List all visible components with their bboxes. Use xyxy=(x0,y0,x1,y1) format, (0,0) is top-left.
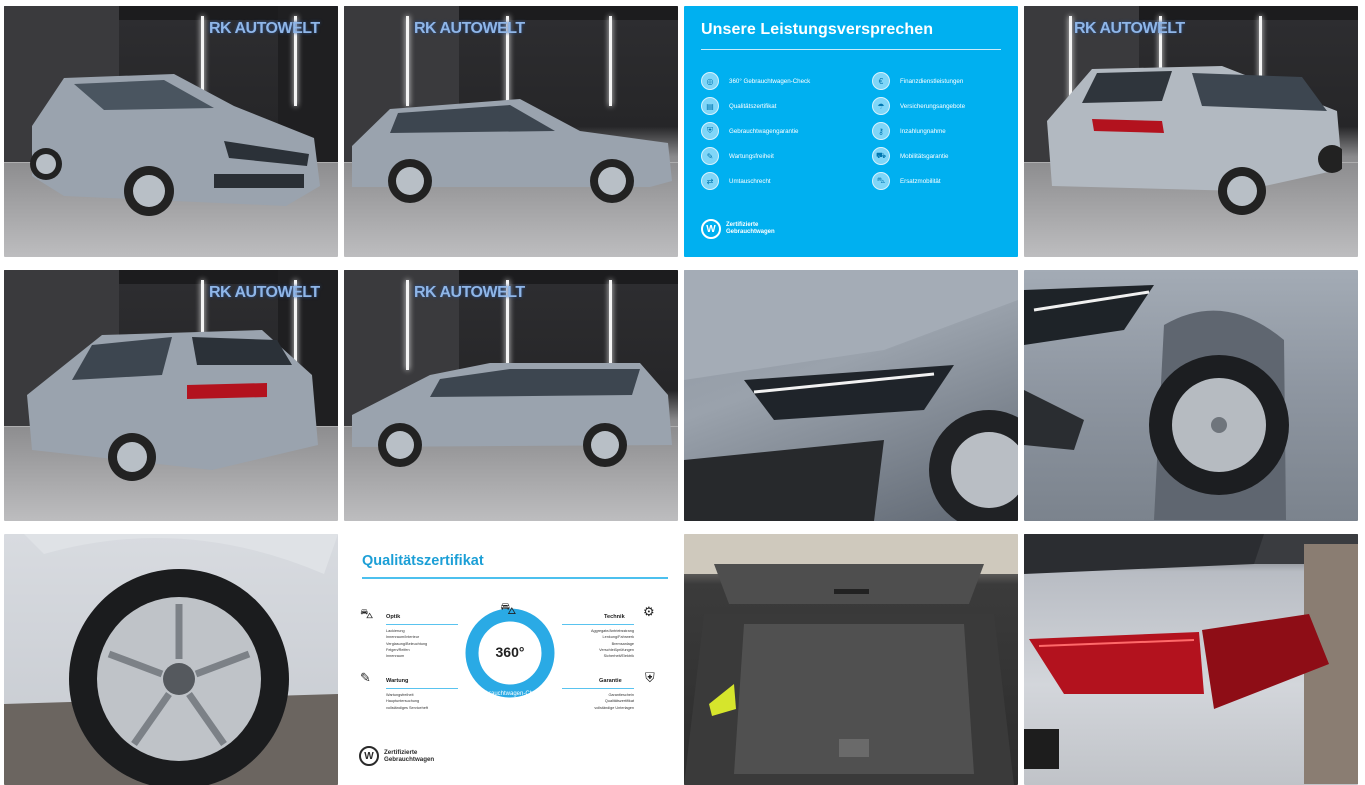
car-image xyxy=(22,325,322,495)
tow-icon: ⛟ xyxy=(872,147,890,165)
photo-trunk-interior[interactable] xyxy=(684,534,1018,785)
money-icon: € xyxy=(872,72,890,90)
promise-item: ⚷ Inzahlungnahme xyxy=(872,122,946,140)
photo-rear-three-quarter[interactable]: RK AUTOWELT xyxy=(1024,6,1358,257)
umbrella-icon: ☂ xyxy=(872,97,890,115)
photo-rear-left-view[interactable]: RK AUTOWELT xyxy=(4,270,338,521)
shield-icon: ⛨ xyxy=(701,122,719,140)
section-title-technik: Technik xyxy=(604,614,625,620)
promise-item: ⛟ Mobilitätsgarantie xyxy=(872,147,949,165)
wartung-list: Wartungsfreiheit Hauptuntersuchung volls… xyxy=(386,693,428,710)
vw-logo-icon: W xyxy=(359,746,379,766)
optik-list: Lackierung Innenraum/Interieur Verglasun… xyxy=(386,629,428,659)
car-check-icon: ◎ xyxy=(701,72,719,90)
garantie-list: Garantieschein Qualitätszertifikat volls… xyxy=(594,693,634,710)
photo-front-wheel-closeup[interactable] xyxy=(1024,270,1358,521)
dealer-logo: RK AUTOWELT xyxy=(209,20,320,37)
photo-headlight-closeup[interactable] xyxy=(684,270,1018,521)
photo-front-three-quarter[interactable]: RK AUTOWELT xyxy=(4,6,338,257)
trunk-detail xyxy=(684,534,1018,785)
dealer-logo: RK AUTOWELT xyxy=(414,20,525,37)
wheel-detail xyxy=(1024,285,1289,520)
vw-certified-badge: W Zertifizierte Gebrauchtwagen xyxy=(359,746,434,766)
service-promises-panel[interactable]: Unsere Leistungsversprechen ◎ 360° Gebra… xyxy=(684,6,1018,257)
promise-item: ⛨ Gebrauchtwagengarantie xyxy=(701,122,799,140)
svg-text:Gebrauchtwagen-Check: Gebrauchtwagen-Check xyxy=(478,691,544,697)
promise-item: ✎ Wartungsfreiheit xyxy=(701,147,774,165)
svg-text:360°: 360° xyxy=(496,644,525,660)
car-top-icon: ⛍ xyxy=(500,601,517,618)
exchange-icon: ⇄ xyxy=(701,172,719,190)
certificate-icon: ▤ xyxy=(701,97,719,115)
promise-item: ⇄ Umtauschrecht xyxy=(701,172,771,190)
car-image xyxy=(1042,61,1342,231)
photo-left-side-view[interactable]: RK AUTOWELT xyxy=(344,270,678,521)
photo-gallery-grid: RK AUTOWELT RK AUTOWELT Unsere Leistungs… xyxy=(4,6,1358,785)
dealer-logo: RK AUTOWELT xyxy=(414,284,525,301)
photo-taillight-closeup[interactable] xyxy=(1024,534,1358,785)
promise-item: ▤ Qualitätszertifikat xyxy=(701,97,776,115)
dealer-logo: RK AUTOWELT xyxy=(1074,20,1185,37)
car-icon: ⛍ xyxy=(872,172,890,190)
technik-list: Aggregate/Antriebsstrang Lenkung/Fahrwer… xyxy=(590,629,634,659)
taillight-detail xyxy=(1024,534,1358,784)
photo-side-view[interactable]: RK AUTOWELT xyxy=(344,6,678,257)
vw-logo-icon: W xyxy=(701,219,721,239)
divider xyxy=(362,577,668,579)
section-title-garantie: Garantie xyxy=(599,678,622,684)
section-title-wartung: Wartung xyxy=(386,678,409,684)
section-title-optik: Optik xyxy=(386,614,401,620)
wrench-icon: ✎ xyxy=(360,670,371,685)
headlight-detail xyxy=(684,270,1018,521)
rim-detail xyxy=(4,534,338,785)
promise-item: ⛍ Ersatzmobilität xyxy=(872,172,941,190)
panel-title: Qualitätszertifikat xyxy=(362,553,484,569)
dealer-logo: RK AUTOWELT xyxy=(209,284,320,301)
wrench-icon: ✎ xyxy=(701,147,719,165)
vw-certified-badge: W Zertifizierte Gebrauchtwagen xyxy=(701,219,775,239)
promise-item: ◎ 360° Gebrauchtwagen-Check xyxy=(701,72,810,90)
car-image xyxy=(24,66,324,231)
promise-item: ☂ Versicherungsangebote xyxy=(872,97,965,115)
divider xyxy=(701,49,1001,50)
car-image xyxy=(350,91,675,206)
check-360-ring: 360° Gebrauchtwagen-Check xyxy=(465,608,555,698)
car-image xyxy=(350,355,675,470)
car-spray-icon: ⛍ xyxy=(360,606,374,621)
panel-title: Unsere Leistungsversprechen xyxy=(701,21,934,38)
photo-wheel-rim-closeup[interactable] xyxy=(4,534,338,785)
promise-item: € Finanzdienstleistungen xyxy=(872,72,963,90)
car-gear-icon: ⚙ xyxy=(643,604,655,619)
quality-certificate-panel[interactable]: Qualitätszertifikat ⛍ Optik Lackierung I… xyxy=(344,534,678,785)
key-icon: ⚷ xyxy=(872,122,890,140)
shield-check-icon: ⛨ xyxy=(645,670,655,685)
